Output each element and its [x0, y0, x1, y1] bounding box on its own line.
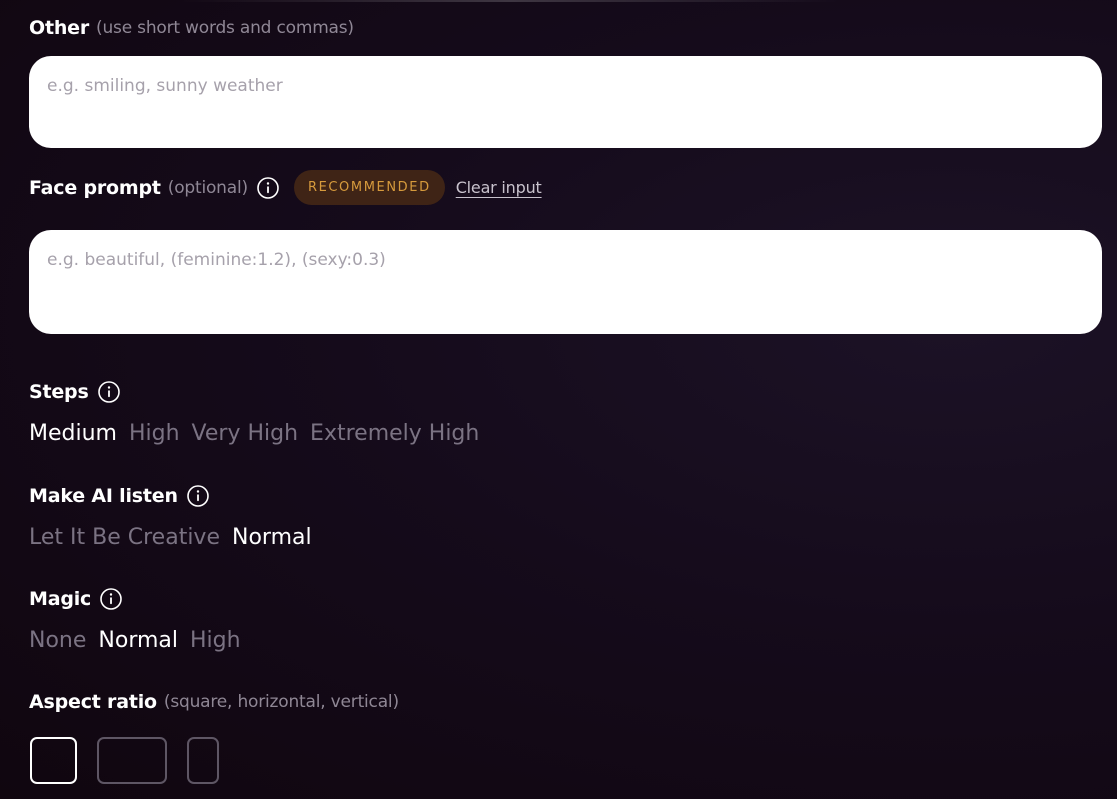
make-ai-listen-label: Make AI listen	[29, 485, 178, 507]
make-ai-listen-options: Let It Be Creative Normal	[29, 525, 312, 550]
aspect-ratio-label-row: Aspect ratio (square, horizontal, vertic…	[29, 691, 399, 713]
magic-label-row: Magic	[29, 587, 123, 611]
top-divider	[180, 0, 840, 2]
aspect-ratio-hint: (square, horizontal, vertical)	[163, 692, 399, 712]
magic-option-high[interactable]: High	[190, 628, 241, 653]
aspect-ratio-options	[30, 737, 219, 784]
other-label: Other	[29, 17, 90, 39]
other-hint: (use short words and commas)	[96, 18, 354, 38]
steps-option-high[interactable]: High	[129, 421, 180, 446]
make-ai-listen-label-row: Make AI listen	[29, 484, 210, 508]
face-prompt-hint: (optional)	[167, 177, 248, 198]
info-icon[interactable]	[97, 380, 121, 404]
listen-option-normal[interactable]: Normal	[232, 525, 312, 550]
face-prompt-input[interactable]	[29, 230, 1102, 334]
magic-options: None Normal High	[29, 628, 241, 653]
steps-options: Medium High Very High Extremely High	[29, 421, 479, 446]
info-icon[interactable]	[256, 176, 280, 200]
face-prompt-label-row: Face prompt (optional) RECOMMENDED Clear…	[29, 170, 542, 205]
recommended-badge[interactable]: RECOMMENDED	[293, 170, 445, 205]
aspect-ratio-square-button[interactable]	[30, 737, 77, 784]
magic-label: Magic	[29, 588, 92, 610]
other-input[interactable]	[29, 56, 1102, 148]
info-icon[interactable]	[99, 587, 123, 611]
other-label-row: Other (use short words and commas)	[29, 17, 354, 39]
listen-option-creative[interactable]: Let It Be Creative	[29, 525, 220, 550]
magic-option-none[interactable]: None	[29, 628, 86, 653]
steps-label-row: Steps	[29, 380, 121, 404]
steps-option-extremely-high[interactable]: Extremely High	[310, 421, 479, 446]
aspect-ratio-horizontal-button[interactable]	[97, 737, 167, 784]
steps-option-medium[interactable]: Medium	[29, 421, 117, 446]
info-icon[interactable]	[186, 484, 210, 508]
face-prompt-label: Face prompt	[29, 176, 161, 199]
steps-option-very-high[interactable]: Very High	[192, 421, 299, 446]
aspect-ratio-label: Aspect ratio	[29, 691, 157, 713]
steps-label: Steps	[29, 381, 89, 403]
magic-option-normal[interactable]: Normal	[98, 628, 178, 653]
aspect-ratio-vertical-button[interactable]	[187, 737, 219, 784]
clear-input-link[interactable]: Clear input	[456, 178, 542, 197]
